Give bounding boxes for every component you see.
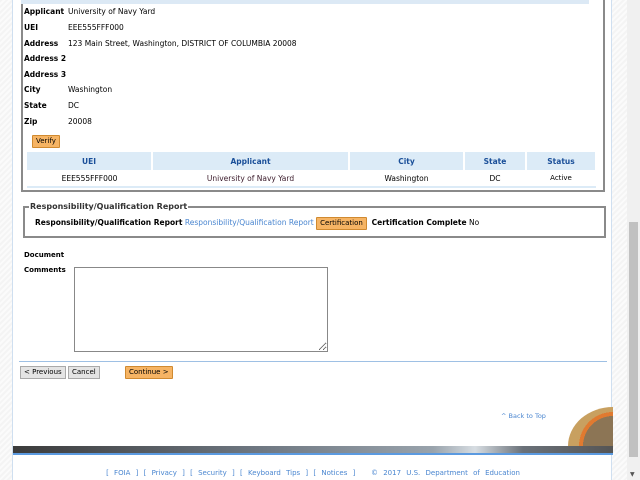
main-content: Applicant University of Navy Yard UEI EEE5…: [12, 0, 613, 480]
col-status: Status: [526, 152, 597, 170]
label: Address: [24, 39, 59, 48]
cert-complete-label: Certification Complete: [371, 218, 467, 227]
label: Zip: [24, 117, 38, 126]
copyright: © 2017 U.S. Department of Education: [371, 469, 520, 477]
continue-button[interactable]: Continue >: [125, 366, 173, 379]
rq-row: Responsibility/Qualification Report Resp…: [35, 217, 479, 230]
footer-banner: [13, 446, 613, 455]
comments-label: Comments: [24, 266, 66, 274]
certification-button[interactable]: Certification: [316, 217, 367, 230]
label: Applicant: [24, 7, 65, 16]
panel-header-band: [21, 0, 589, 4]
applicant-table: UEI Applicant City State Status EEE555FF…: [27, 152, 597, 188]
scrollbar-thumb[interactable]: [629, 222, 638, 457]
footer-link-keyboard-tips[interactable]: Keyboard Tips: [248, 469, 300, 477]
value: DC: [68, 101, 80, 110]
cell-applicant: University of Navy Yard: [152, 170, 349, 188]
scroll-down-arrow-icon[interactable]: ▼: [630, 471, 635, 478]
cert-complete-value: No: [468, 218, 480, 227]
cell-status: Active: [526, 170, 596, 188]
col-city: City: [349, 152, 465, 170]
value: Washington: [68, 85, 113, 94]
label: State: [24, 101, 47, 110]
footer-link-foia[interactable]: FOIA: [114, 469, 130, 477]
table-header-row: UEI Applicant City State Status: [27, 152, 597, 170]
rq-legend: Responsibility/Qualification Report: [30, 202, 188, 211]
col-state: State: [464, 152, 527, 170]
classroom-photo: [568, 407, 613, 446]
table-row: EEE555FFF000 University of Navy Yard Was…: [27, 170, 596, 188]
label: UEI: [24, 23, 39, 32]
label: City: [24, 85, 41, 94]
document-label: Document: [24, 251, 65, 259]
cell-uei: EEE555FFF000: [27, 170, 152, 188]
value: 123 Main Street, Washington, DISTRICT OF…: [68, 39, 297, 48]
value: University of Navy Yard: [68, 7, 156, 16]
col-uei: UEI: [27, 152, 153, 170]
col-applicant: Applicant: [152, 152, 350, 170]
label: Address 2: [24, 54, 67, 63]
back-to-top-link[interactable]: ^ Back to Top: [501, 412, 546, 420]
comments-input[interactable]: [74, 267, 328, 352]
verify-button[interactable]: Verify: [32, 135, 60, 148]
footer: [ FOIA ] [ Privacy ] [ Security ] [ Keyb…: [106, 469, 520, 477]
cancel-button[interactable]: Cancel: [68, 366, 100, 379]
value: EEE555FFF000: [68, 23, 124, 32]
label: Address 3: [24, 70, 67, 79]
value: 20008: [68, 117, 92, 126]
footer-link-security[interactable]: Security: [198, 469, 227, 477]
footer-link-privacy[interactable]: Privacy: [152, 469, 177, 477]
divider: [19, 361, 607, 362]
cell-city: Washington: [349, 170, 464, 188]
vertical-scrollbar[interactable]: ▼: [627, 0, 640, 480]
rq-label: Responsibility/Qualification Report: [35, 218, 183, 227]
rq-report-link[interactable]: Responsibility/Qualification Report: [185, 218, 314, 227]
footer-link-notices[interactable]: Notices: [321, 469, 347, 477]
cell-state: DC: [464, 170, 526, 188]
previous-button[interactable]: < Previous: [20, 366, 66, 379]
